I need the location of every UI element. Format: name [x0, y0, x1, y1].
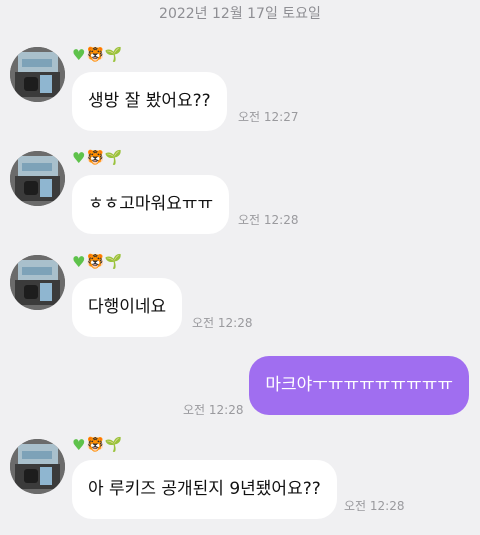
sender-avatar[interactable]: [10, 255, 65, 310]
avatar-photo-icon: [10, 47, 65, 102]
sprout-icon: 🌱: [104, 437, 123, 453]
tiger-icon: 🐯: [86, 437, 104, 453]
green-heart-icon: ♥: [72, 253, 86, 271]
message-bubble[interactable]: 생방 잘 봤어요??: [72, 72, 227, 131]
message-text: 마크야ㅜㅠㅠㅠㅠㅠㅠㅠㅠ: [265, 375, 453, 395]
sender-avatar[interactable]: [10, 151, 65, 206]
sender-avatar[interactable]: [10, 439, 65, 494]
sender-name: ♥ 🐯 🌱: [72, 46, 122, 64]
sender-name: ♥ 🐯 🌱: [72, 149, 122, 167]
sprout-icon: 🌱: [104, 254, 123, 270]
message-bubble-outgoing[interactable]: 마크야ㅜㅠㅠㅠㅠㅠㅠㅠㅠ: [249, 356, 469, 415]
message-text: 생방 잘 봤어요??: [88, 91, 211, 111]
sender-name: ♥ 🐯 🌱: [72, 253, 122, 271]
message-text: 아 루키즈 공개된지 9년됐어요??: [88, 479, 321, 499]
sprout-icon: 🌱: [104, 47, 123, 63]
tiger-icon: 🐯: [86, 47, 104, 63]
message-text: ㅎㅎ고마워요ㅠㅠ: [88, 194, 214, 214]
tiger-icon: 🐯: [86, 254, 104, 270]
date-header: 2022년 12월 17일 토요일: [159, 6, 321, 22]
message-time: 오전 12:28: [192, 316, 253, 330]
sender-name: ♥ 🐯 🌱: [72, 436, 122, 454]
message-text: 다행이네요: [88, 297, 167, 317]
message-bubble[interactable]: 다행이네요: [72, 278, 183, 337]
message-bubble[interactable]: 아 루키즈 공개된지 9년됐어요??: [72, 460, 337, 519]
green-heart-icon: ♥: [72, 149, 86, 167]
tiger-icon: 🐯: [86, 150, 104, 166]
message-time: 오전 12:27: [238, 110, 299, 124]
avatar-photo-icon: [10, 255, 65, 310]
message-time: 오전 12:28: [238, 213, 299, 227]
sprout-icon: 🌱: [104, 150, 123, 166]
message-bubble[interactable]: ㅎㅎ고마워요ㅠㅠ: [72, 175, 230, 234]
green-heart-icon: ♥: [72, 46, 86, 64]
message-time: 오전 12:28: [183, 403, 244, 417]
message-time: 오전 12:28: [344, 499, 405, 513]
sender-avatar[interactable]: [10, 47, 65, 102]
avatar-photo-icon: [10, 439, 65, 494]
avatar-photo-icon: [10, 151, 65, 206]
green-heart-icon: ♥: [72, 436, 86, 454]
